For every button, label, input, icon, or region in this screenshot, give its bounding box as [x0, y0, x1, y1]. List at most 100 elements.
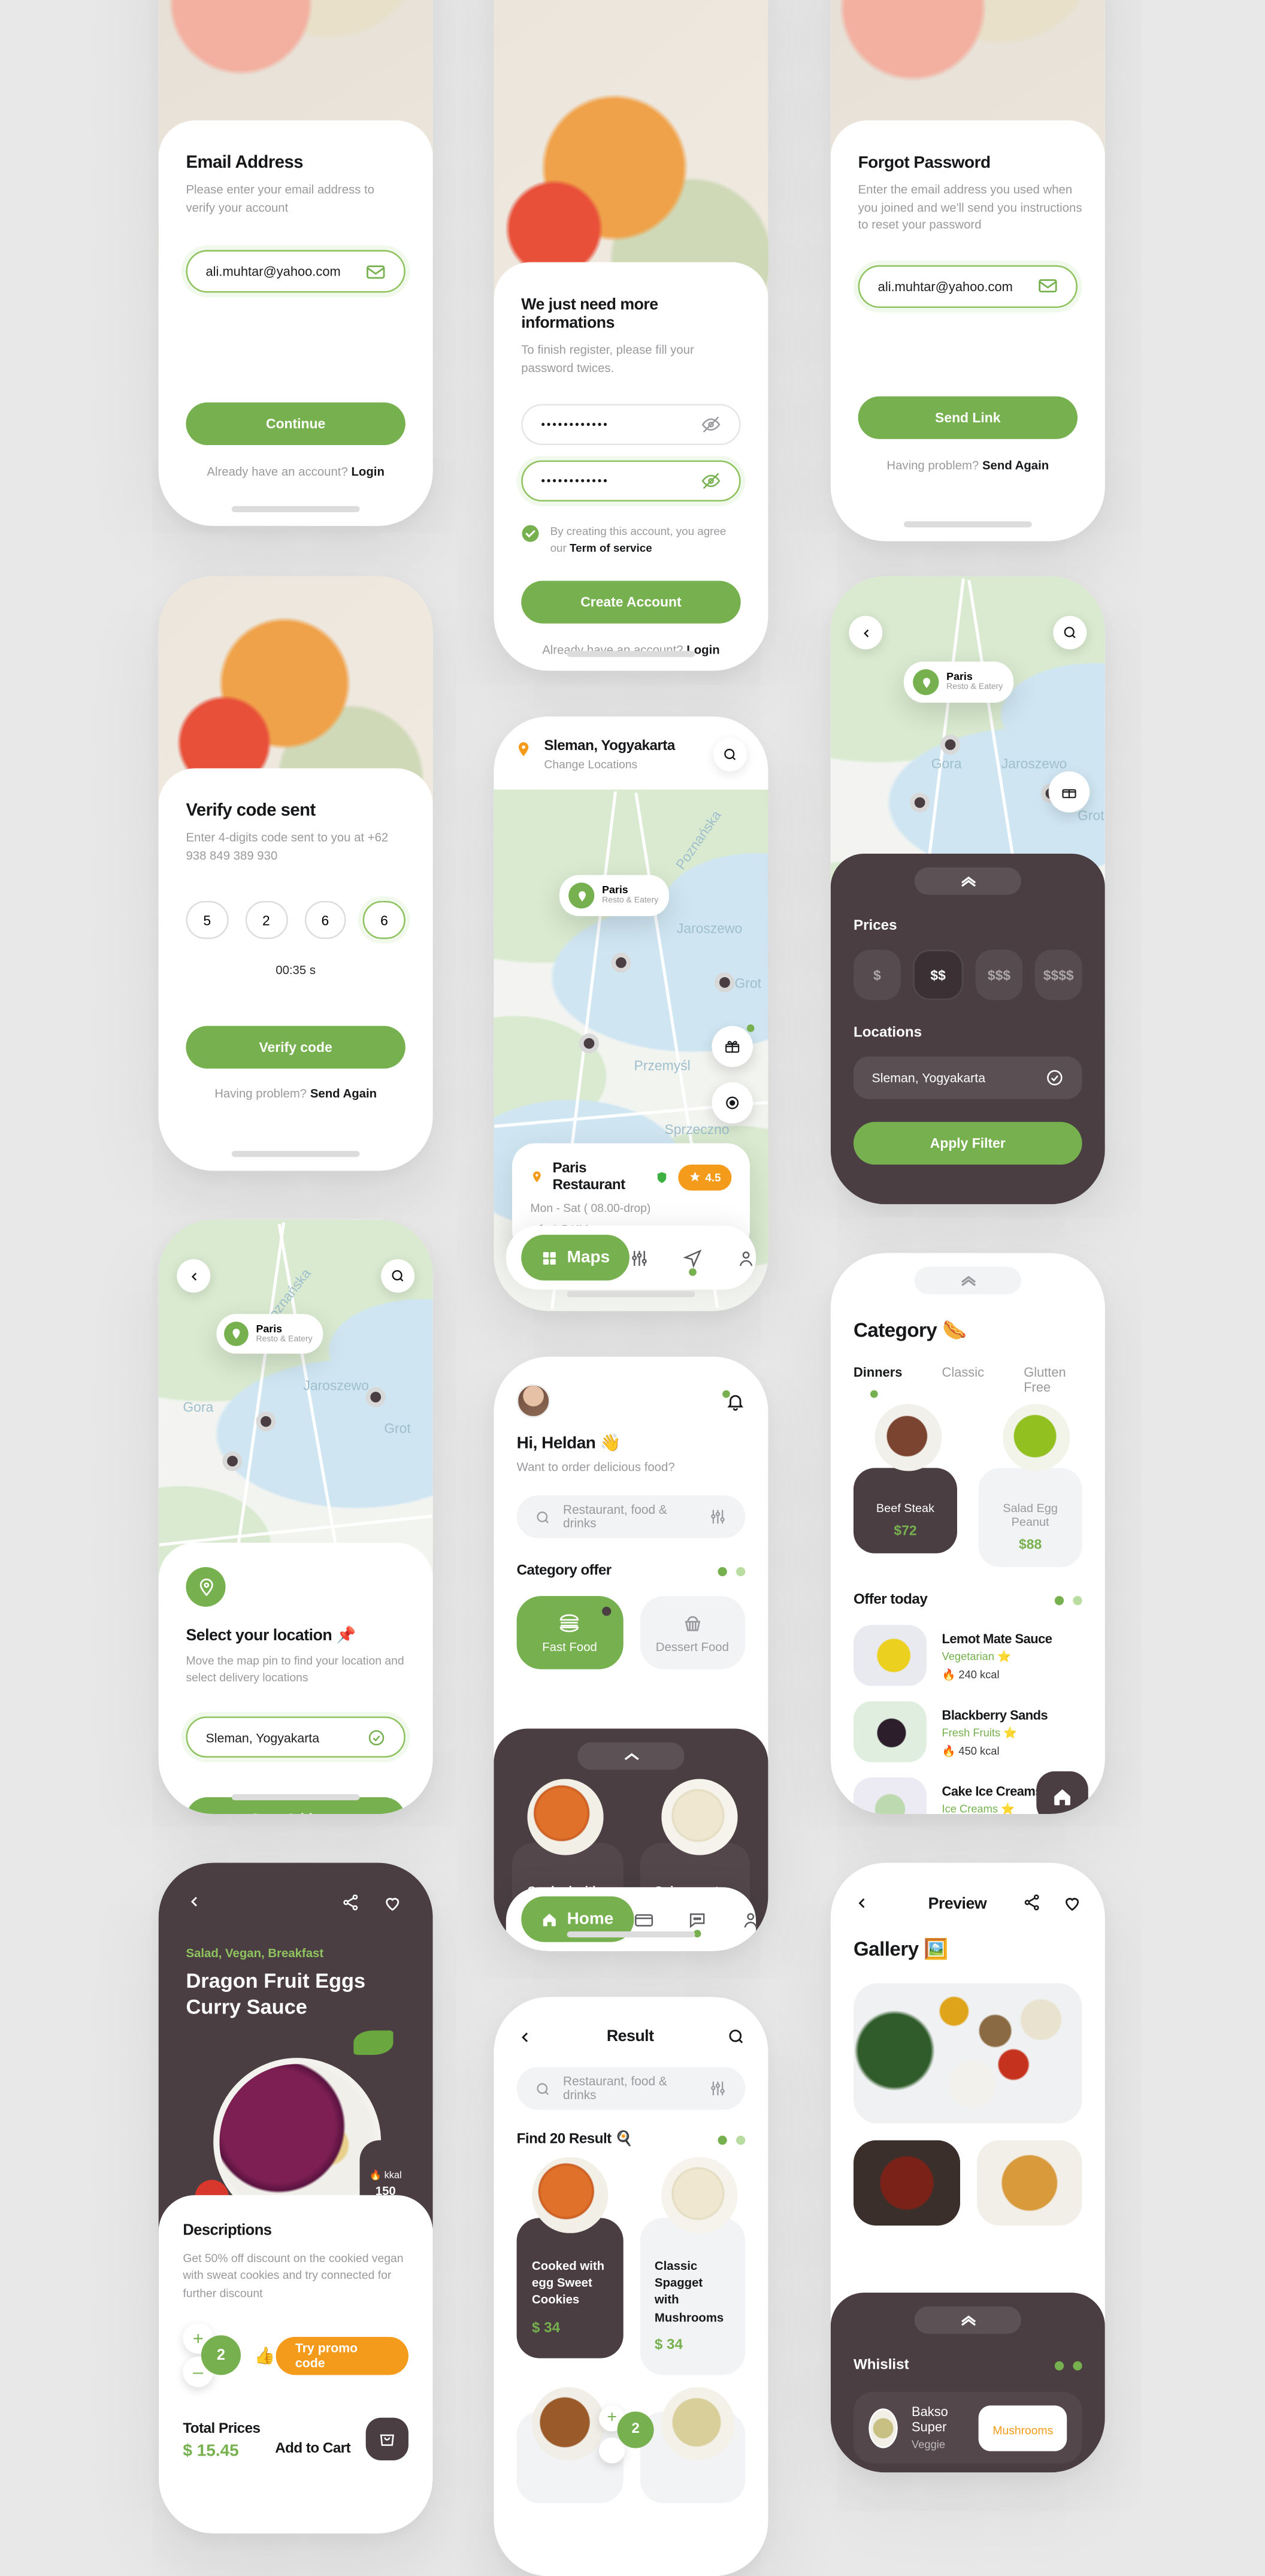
sheet-grabber[interactable]: [577, 1742, 685, 1770]
dish-image: [532, 2157, 609, 2233]
send-again-link[interactable]: Send Again: [982, 458, 1049, 472]
map-pin-card[interactable]: Paris Resto & Eatery: [903, 661, 1014, 703]
map-pin-card[interactable]: Paris Resto & Eatery: [559, 875, 670, 917]
result-card[interactable]: Classic Spagget with Mushrooms $ 34: [639, 2218, 746, 2375]
tab-glutten-free[interactable]: Glutten Free: [1024, 1364, 1082, 1395]
category-card-price: $72: [894, 1523, 917, 1538]
category-dessert-food[interactable]: Dessert Food: [639, 1596, 746, 1670]
search-input[interactable]: Restaurant, food & drinks: [516, 1495, 746, 1538]
create-account-button[interactable]: Create Account: [521, 581, 741, 624]
filter-icon[interactable]: [709, 1508, 727, 1526]
change-locations-link[interactable]: Change Locations: [544, 758, 674, 772]
search-input[interactable]: Restaurant, food & drinks: [516, 2067, 746, 2110]
filter-icon[interactable]: [709, 2079, 727, 2098]
result-card[interactable]: Cooked with egg Sweet Cookies $ 34: [516, 2218, 623, 2358]
back-button[interactable]: [186, 1893, 202, 1910]
category-card-beef-steak[interactable]: Beef Steak $72: [853, 1468, 957, 1553]
price-option-3[interactable]: $$$: [975, 950, 1023, 1000]
search-button[interactable]: [1053, 616, 1087, 649]
share-icon[interactable]: [1022, 1893, 1041, 1913]
email-input[interactable]: ali.muhtar@yahoo.com: [858, 265, 1078, 308]
category-fast-food[interactable]: Fast Food: [516, 1596, 623, 1670]
sheet-grabber[interactable]: [914, 867, 1021, 895]
otp-digit-2[interactable]: 6: [304, 901, 347, 939]
confirm-password-input[interactable]: • • • • • • • • • • • •: [521, 460, 741, 502]
heart-icon[interactable]: [383, 1893, 402, 1913]
gallery-thumb[interactable]: [853, 2140, 960, 2226]
back-button[interactable]: [854, 1895, 870, 1912]
terms-of-service-link[interactable]: Term of service: [570, 542, 652, 555]
gift-button[interactable]: [1048, 771, 1090, 813]
sheet-grabber[interactable]: [914, 1266, 1021, 1295]
location-input[interactable]: Sleman, Yogyakarta: [186, 1716, 405, 1758]
otp-digit-1[interactable]: 2: [245, 901, 288, 939]
search-button[interactable]: [713, 737, 747, 772]
page-subtitle: Please enter your email address to verif…: [186, 183, 375, 214]
search-icon[interactable]: [727, 2027, 746, 2046]
screen-result: Result Restaurant, food & drinks Find 20…: [494, 1997, 768, 2576]
offer-list-item[interactable]: Lemot Mate Sauce Vegetarian ⭐ 🔥 240 kcal: [853, 1625, 1082, 1686]
tab-dinners[interactable]: Dinners: [854, 1364, 902, 1395]
screen-preview-gallery: Preview Gallery 🖼️ Whislist Bakso Super …: [830, 1863, 1105, 2473]
back-button[interactable]: [177, 1259, 211, 1293]
price-option-2[interactable]: $$: [913, 950, 964, 1000]
shopping-bag-icon[interactable]: [365, 2418, 408, 2461]
quantity-stepper[interactable]: + – 2 👍 Try promo code: [183, 2323, 408, 2388]
heart-icon[interactable]: [1063, 1893, 1082, 1913]
category-card-name: Beef Steak: [876, 1501, 935, 1516]
wishlist-item-tag[interactable]: Mushrooms: [979, 2405, 1067, 2451]
screen-email-address: Email Address Please enter your email ad…: [158, 0, 433, 526]
search-button[interactable]: [381, 1259, 415, 1293]
chat-icon[interactable]: [686, 1909, 706, 1937]
map-label: Jaroszewo: [1001, 756, 1067, 772]
apply-filter-button[interactable]: Apply Filter: [853, 1121, 1082, 1165]
avatar[interactable]: [516, 1384, 550, 1418]
bell-icon[interactable]: [722, 1389, 745, 1411]
profile-icon[interactable]: [736, 1248, 756, 1268]
navigate-icon[interactable]: [683, 1248, 703, 1275]
wishlist-item-image: [868, 2408, 898, 2448]
wishlist-item[interactable]: Bakso Super Veggie Mushrooms: [853, 2391, 1082, 2464]
eye-off-icon[interactable]: [701, 471, 721, 491]
send-again-link[interactable]: Send Again: [310, 1087, 377, 1101]
otp-digit-3[interactable]: 6: [363, 901, 405, 939]
quantity-stepper[interactable]: + 2: [599, 2405, 657, 2463]
back-button[interactable]: [849, 616, 883, 649]
terms-checkbox-icon[interactable]: [521, 525, 540, 543]
filter-icon[interactable]: [630, 1248, 649, 1268]
locate-me-button[interactable]: [712, 1082, 753, 1124]
price-option-1[interactable]: $: [853, 950, 901, 1000]
pin-card-subtitle: Resto & Eatery: [946, 682, 1003, 693]
sheet-grabber[interactable]: [914, 2306, 1021, 2334]
terms-row[interactable]: By creating this account, you agree our …: [521, 523, 740, 557]
home-fab-button[interactable]: [1036, 1771, 1088, 1815]
card-icon[interactable]: [633, 1909, 653, 1929]
tab-classic[interactable]: Classic: [942, 1364, 984, 1395]
try-promo-code-button[interactable]: Try promo code: [275, 2336, 408, 2375]
email-input[interactable]: ali.muhtar@yahoo.com: [186, 250, 405, 294]
verify-code-button[interactable]: Verify code: [186, 1026, 405, 1069]
category-card-salad-egg-peanut[interactable]: Salad Egg Peanut $88: [978, 1468, 1082, 1567]
gift-button[interactable]: [712, 1024, 755, 1068]
gallery-main-image[interactable]: [853, 1983, 1082, 2124]
gallery-thumb[interactable]: [976, 2140, 1082, 2226]
offer-image: [853, 1777, 927, 1815]
location-select[interactable]: Sleman, Yogyakarta: [853, 1056, 1082, 1099]
continue-button[interactable]: Continue: [186, 403, 405, 446]
map-pin-card[interactable]: Paris Resto & Eatery: [216, 1314, 323, 1354]
offer-list-item[interactable]: Cake Ice Creams Ice Creams ⭐ 🔥 450 kcal: [853, 1771, 1088, 1815]
profile-icon[interactable]: [740, 1909, 760, 1929]
eye-off-icon[interactable]: [701, 415, 721, 435]
share-icon[interactable]: [341, 1893, 360, 1912]
send-link-button[interactable]: Send Link: [858, 396, 1078, 439]
price-option-4[interactable]: $$$$: [1034, 950, 1082, 1000]
nav-maps[interactable]: Maps: [521, 1235, 630, 1281]
add-to-cart-label[interactable]: Add to Cart: [275, 2441, 351, 2457]
map-label: Grot: [384, 1420, 411, 1436]
otp-digit-0[interactable]: 5: [186, 901, 229, 939]
back-button[interactable]: [517, 2028, 534, 2045]
login-link[interactable]: Login: [351, 465, 384, 479]
password-input[interactable]: • • • • • • • • • • • •: [521, 404, 741, 446]
offer-list-item[interactable]: Blackberry Sands Fresh Fruits ⭐ 🔥 450 kc…: [853, 1701, 1082, 1762]
result-header: Result Restaurant, food & drinks Find 20…: [494, 1997, 768, 2503]
